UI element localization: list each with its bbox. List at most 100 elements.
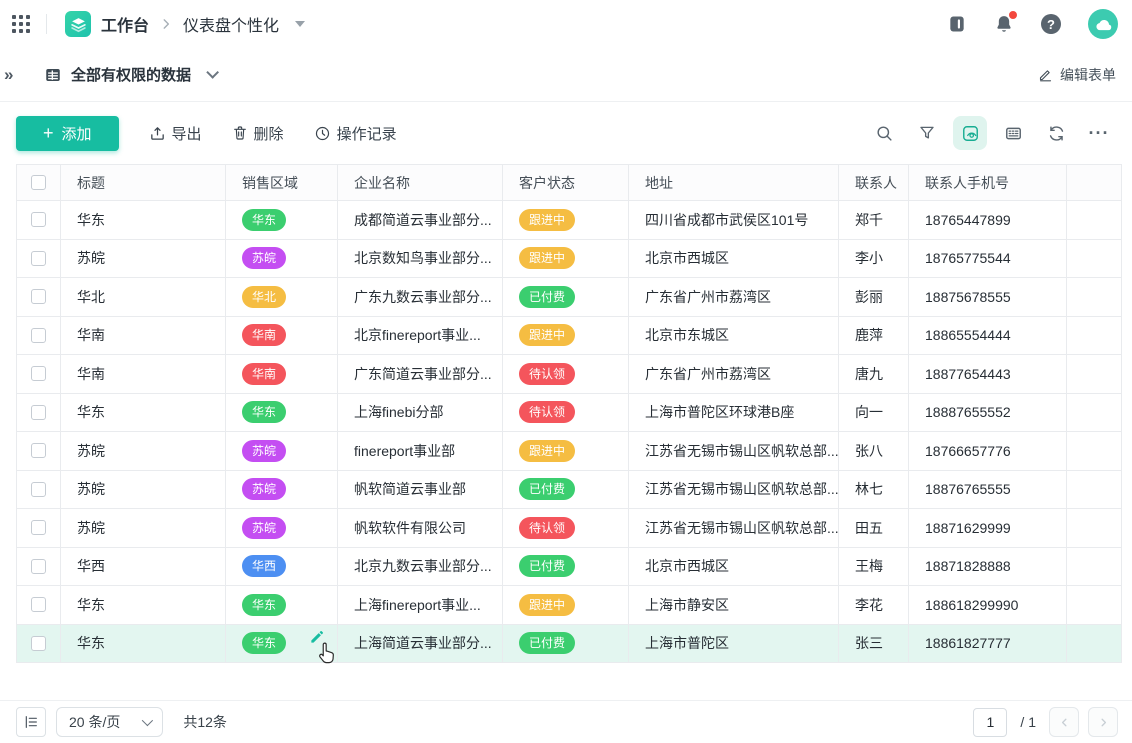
page-number-input[interactable]	[973, 708, 1007, 737]
add-button[interactable]: + 添加	[16, 116, 119, 151]
cell-region[interactable]: 苏皖	[226, 432, 338, 470]
cell-status[interactable]: 跟进中	[503, 317, 629, 355]
filter-icon[interactable]	[910, 116, 944, 150]
prev-page-button[interactable]	[1049, 707, 1079, 737]
cell-status[interactable]: 待认领	[503, 394, 629, 432]
table-row[interactable]: 华西 华西 北京九数云事业部分... 已付费 北京市西城区 王梅 1887182…	[17, 548, 1121, 587]
cell-address[interactable]: 广东省广州市荔湾区	[629, 278, 839, 316]
col-header-contact[interactable]: 联系人	[839, 165, 909, 200]
table-row[interactable]: 苏皖 苏皖 北京数知鸟事业部分... 跟进中 北京市西城区 李小 1876577…	[17, 240, 1121, 279]
cell-company[interactable]: 成都简道云事业部分...	[338, 201, 503, 239]
cell-contact[interactable]: 郑千	[839, 201, 909, 239]
col-header-address[interactable]: 地址	[629, 165, 839, 200]
cell-title[interactable]: 苏皖	[61, 240, 226, 278]
cell-phone[interactable]: 18865554444	[909, 317, 1067, 355]
table-row[interactable]: 华东 华东 成都简道云事业部分... 跟进中 四川省成都市武侯区101号 郑千 …	[17, 201, 1121, 240]
table-row[interactable]: 华南 华南 北京finereport事业... 跟进中 北京市东城区 鹿萍 18…	[17, 317, 1121, 356]
cell-address[interactable]: 江苏省无锡市锡山区帆软总部...	[629, 509, 839, 547]
cell-region[interactable]: 苏皖	[226, 240, 338, 278]
page-size-select[interactable]: 20 条/页	[56, 707, 163, 737]
col-header-title[interactable]: 标题	[61, 165, 226, 200]
col-header-company[interactable]: 企业名称	[338, 165, 503, 200]
row-checkbox[interactable]	[31, 559, 46, 574]
table-row[interactable]: 华南 华南 广东简道云事业部分... 待认领 广东省广州市荔湾区 唐九 1887…	[17, 355, 1121, 394]
cell-contact[interactable]: 王梅	[839, 548, 909, 586]
inline-edit-pencil-icon[interactable]	[309, 629, 325, 645]
cell-region[interactable]: 苏皖	[226, 509, 338, 547]
more-actions-icon[interactable]: ···	[1082, 116, 1116, 150]
row-checkbox[interactable]	[31, 482, 46, 497]
cell-status[interactable]: 已付费	[503, 278, 629, 316]
cell-address[interactable]: 北京市西城区	[629, 240, 839, 278]
cell-title[interactable]: 华东	[61, 394, 226, 432]
cell-contact[interactable]: 张八	[839, 432, 909, 470]
operation-log-button[interactable]: 操作记录	[314, 123, 397, 144]
cell-company[interactable]: 北京九数云事业部分...	[338, 548, 503, 586]
cell-address[interactable]: 江苏省无锡市锡山区帆软总部...	[629, 432, 839, 470]
cell-contact[interactable]: 鹿萍	[839, 317, 909, 355]
cell-status[interactable]: 已付费	[503, 471, 629, 509]
search-icon[interactable]	[867, 116, 901, 150]
cell-phone[interactable]: 18877654443	[909, 355, 1067, 393]
cell-company[interactable]: 广东九数云事业部分...	[338, 278, 503, 316]
table-row[interactable]: 苏皖 苏皖 finereport事业部 跟进中 江苏省无锡市锡山区帆软总部...…	[17, 432, 1121, 471]
cell-title[interactable]: 苏皖	[61, 432, 226, 470]
cell-region[interactable]: 苏皖	[226, 471, 338, 509]
user-avatar[interactable]	[1088, 9, 1118, 39]
row-checkbox[interactable]	[31, 443, 46, 458]
changelog-icon[interactable]	[947, 14, 967, 34]
cell-company[interactable]: 帆软软件有限公司	[338, 509, 503, 547]
cell-address[interactable]: 上海市静安区	[629, 586, 839, 624]
cell-address[interactable]: 北京市西城区	[629, 548, 839, 586]
cell-title[interactable]: 华南	[61, 317, 226, 355]
cell-contact[interactable]: 向一	[839, 394, 909, 432]
cell-company[interactable]: finereport事业部	[338, 432, 503, 470]
cell-region[interactable]: 华西	[226, 548, 338, 586]
app-logo-icon[interactable]	[65, 11, 91, 37]
cell-address[interactable]: 四川省成都市武侯区101号	[629, 201, 839, 239]
cell-title[interactable]: 华东	[61, 625, 226, 663]
cell-company[interactable]: 上海finebi分部	[338, 394, 503, 432]
cell-company[interactable]: 上海finereport事业...	[338, 586, 503, 624]
edit-form-button[interactable]: 编辑表单	[1038, 65, 1116, 85]
breadcrumb-page-title[interactable]: 仪表盘个性化	[183, 12, 279, 36]
cell-phone[interactable]: 18871828888	[909, 548, 1067, 586]
row-checkbox[interactable]	[31, 251, 46, 266]
cell-address[interactable]: 广东省广州市荔湾区	[629, 355, 839, 393]
next-page-button[interactable]	[1088, 707, 1118, 737]
cell-status[interactable]: 待认领	[503, 355, 629, 393]
row-height-icon[interactable]	[16, 707, 46, 737]
cell-region[interactable]: 华北	[226, 278, 338, 316]
cell-title[interactable]: 华西	[61, 548, 226, 586]
cell-region[interactable]: 华东	[226, 394, 338, 432]
cell-region[interactable]: 华南	[226, 317, 338, 355]
cell-contact[interactable]: 田五	[839, 509, 909, 547]
row-checkbox[interactable]	[31, 289, 46, 304]
col-header-region[interactable]: 销售区域	[226, 165, 338, 200]
cell-phone[interactable]: 18875678555	[909, 278, 1067, 316]
cell-phone[interactable]: 188618299990	[909, 586, 1067, 624]
cell-address[interactable]: 上海市普陀区	[629, 625, 839, 663]
table-row[interactable]: 华东 华东 上海简道云事业部分... 已付费 上海市普陀区 张三 1886182…	[17, 625, 1121, 664]
cell-address[interactable]: 江苏省无锡市锡山区帆软总部...	[629, 471, 839, 509]
cell-title[interactable]: 苏皖	[61, 471, 226, 509]
cell-contact[interactable]: 唐九	[839, 355, 909, 393]
cell-contact[interactable]: 张三	[839, 625, 909, 663]
cell-phone[interactable]: 18871629999	[909, 509, 1067, 547]
cell-contact[interactable]: 李小	[839, 240, 909, 278]
cell-phone[interactable]: 18876765555	[909, 471, 1067, 509]
breadcrumb-workspace[interactable]: 工作台	[101, 12, 149, 36]
cell-status[interactable]: 跟进中	[503, 432, 629, 470]
cell-status[interactable]: 待认领	[503, 509, 629, 547]
table-row[interactable]: 苏皖 苏皖 帆软软件有限公司 待认领 江苏省无锡市锡山区帆软总部... 田五 1…	[17, 509, 1121, 548]
cell-status[interactable]: 跟进中	[503, 201, 629, 239]
page-title-dropdown-icon[interactable]	[295, 21, 305, 27]
cell-company[interactable]: 北京数知鸟事业部分...	[338, 240, 503, 278]
cell-contact[interactable]: 李花	[839, 586, 909, 624]
row-checkbox[interactable]	[31, 597, 46, 612]
app-launcher-icon[interactable]	[12, 15, 30, 33]
row-checkbox[interactable]	[31, 405, 46, 420]
table-row[interactable]: 华东 华东 上海finebi分部 待认领 上海市普陀区环球港B座 向一 1888…	[17, 394, 1121, 433]
cell-region[interactable]: 华东	[226, 201, 338, 239]
cell-status[interactable]: 已付费	[503, 625, 629, 663]
